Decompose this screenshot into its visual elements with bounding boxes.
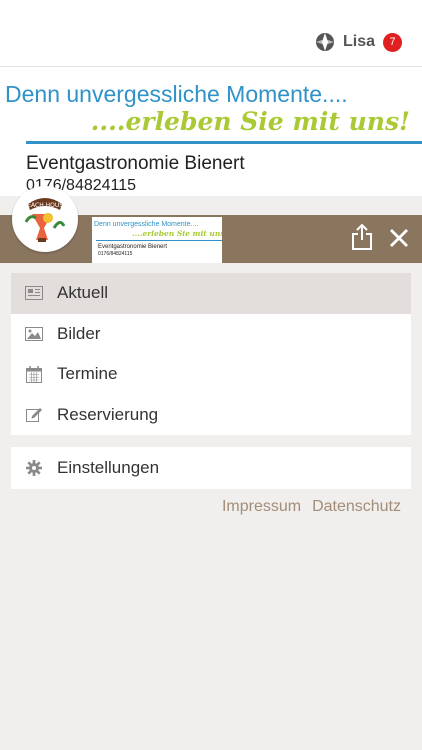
- share-button[interactable]: [350, 223, 374, 251]
- banner-line2: ....erleben Sie mit uns!: [90, 107, 410, 136]
- menu-label-einstellungen: Einstellungen: [57, 458, 160, 477]
- mini-banner-company: Eventgastronomie Bienert: [98, 244, 168, 250]
- user-name[interactable]: Lisa: [343, 33, 375, 51]
- header-banner-image: Denn unvergessliche Momente.... ....erle…: [0, 66, 422, 196]
- banner-line1: Denn unvergessliche Momente....: [5, 81, 348, 107]
- image-icon: [25, 325, 43, 343]
- notification-badge[interactable]: 7: [383, 32, 402, 52]
- menu-item-einstellungen[interactable]: Einstellungen: [11, 447, 411, 489]
- user-area[interactable]: Lisa 7: [315, 32, 402, 52]
- banner-rule: [26, 141, 422, 144]
- gear-icon: [25, 459, 43, 477]
- menu-item-bilder[interactable]: Bilder: [11, 314, 411, 355]
- menu-label-reservierung: Reservierung: [57, 404, 159, 424]
- menu-label-bilder: Bilder: [57, 323, 101, 343]
- menu-item-aktuell[interactable]: Aktuell: [11, 273, 411, 314]
- datenschutz-link[interactable]: Datenschutz: [312, 498, 401, 516]
- settings-menu: Einstellungen: [11, 447, 411, 489]
- close-icon: [390, 229, 408, 247]
- mini-banner-rule: [96, 240, 222, 241]
- banner-company: Eventgastronomie Bienert: [26, 153, 245, 174]
- top-bar: Lisa 7: [0, 0, 422, 66]
- calendar-icon: [25, 365, 43, 383]
- app-logo-icon: [315, 32, 335, 52]
- edit-icon: [25, 406, 43, 424]
- mini-banner-line1: Denn unvergessliche Momente....: [94, 221, 199, 228]
- main-menu: Aktuell Bilder Termine Reservierung: [11, 273, 411, 435]
- share-icon: [352, 223, 372, 250]
- menu-item-reservierung[interactable]: Reservierung: [11, 395, 411, 436]
- mini-banner-phone: 0176/84824115: [98, 251, 133, 257]
- impressum-link[interactable]: Impressum: [222, 498, 301, 516]
- menu-item-termine[interactable]: Termine: [11, 354, 411, 395]
- newspaper-icon: [25, 284, 43, 302]
- beach-house-logo: BEACH HOUSE: [12, 186, 78, 252]
- mini-banner-line2: ....erleben Sie mit uns!: [132, 229, 222, 238]
- close-button[interactable]: [388, 227, 410, 249]
- menu-label-aktuell: Aktuell: [57, 283, 109, 303]
- menu-label-termine: Termine: [57, 364, 118, 384]
- mini-banner-image: Denn unvergessliche Momente.... ....erle…: [92, 217, 222, 263]
- logo-text: BEACH HOUSE: [23, 202, 67, 209]
- footer-links: Impressum Datenschutz: [222, 498, 401, 516]
